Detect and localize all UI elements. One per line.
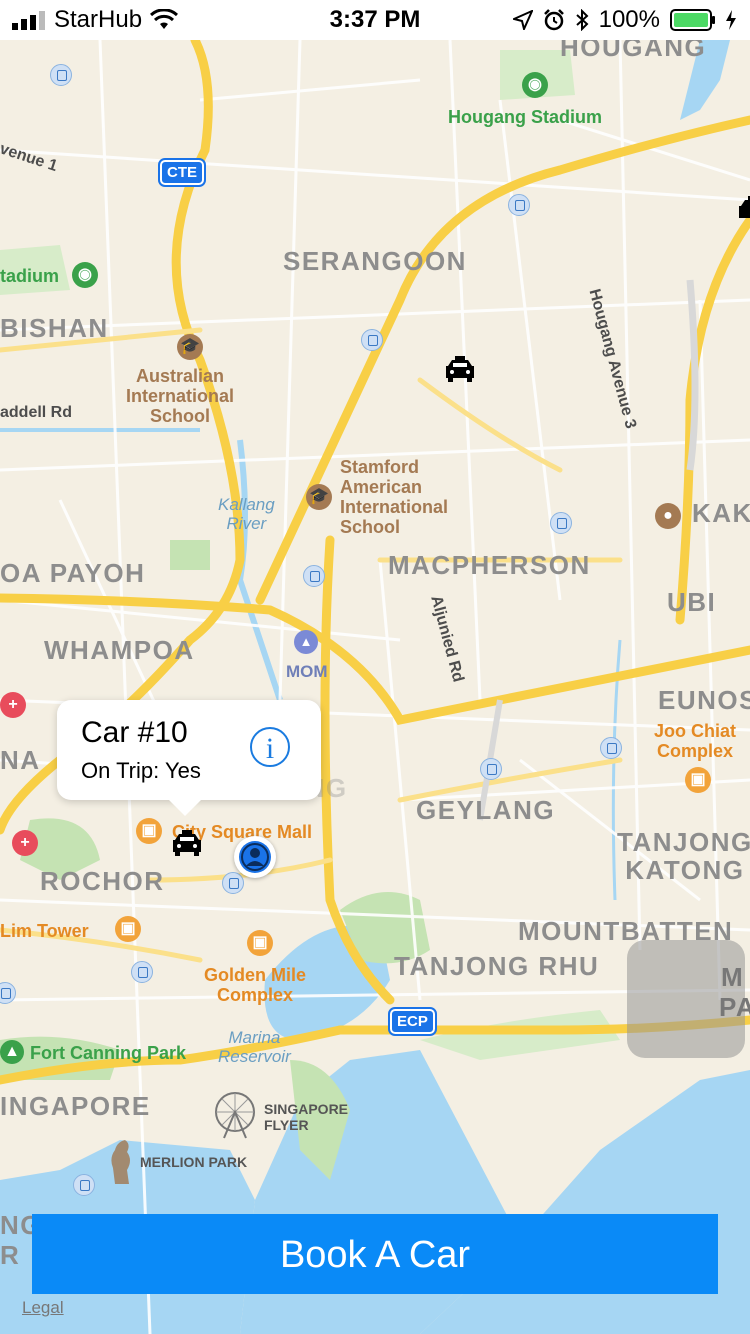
landmark-singapore-flyer: SINGAPORE FLYER [264,1101,349,1133]
battery-icon [670,9,715,31]
landmark-merlion-park: MERLION PARK [140,1154,248,1170]
mall-icon: ▣ [685,767,711,793]
district-kak: KAK [692,498,750,528]
district-na: NA [0,745,41,775]
district-m: M [721,962,745,992]
school-australian: Australian International School [126,366,235,426]
district-eunos: EUNOS [658,685,750,715]
water-marina-reservoir: Marina Reservoir [218,1028,291,1066]
district-singapore: INGAPORE [0,1091,151,1121]
car-service-icon: ● [655,503,681,529]
district-r: R [0,1240,21,1270]
user-location-icon [239,841,271,873]
park-fort-canning: Fort Canning Park [30,1043,187,1063]
district-tanjong-rhu: TANJONG RHU [394,951,600,981]
district-whampoa: WHAMPOA [44,635,195,665]
district-macpherson: MACPHERSON [388,550,591,580]
mrt-icon [550,512,572,534]
district-bishan: BISHAN [0,313,109,343]
callout-subtitle: On Trip: Yes [81,758,201,783]
mall-icon: ▣ [136,818,162,844]
legal-link[interactable]: Legal [22,1298,64,1318]
status-bar-right: 100% [512,6,736,34]
map-3d-view-control[interactable]: M PA [627,940,750,1058]
mrt-icon [480,758,502,780]
mrt-icon [508,194,530,216]
mrt-icon [73,1174,95,1196]
mrt-icon [131,961,153,983]
charging-icon [726,10,736,30]
hospital-icon: + [12,830,38,856]
highway-shield-ecp: ECP [388,1007,437,1036]
mrt-icon [50,64,72,86]
school-icon: 🎓 [306,484,332,510]
stadium-icon: ◉ [72,262,98,288]
district-serangoon: SERANGOON [283,246,467,276]
taxi-icon[interactable] [172,830,202,856]
district-pa: PA [719,992,750,1022]
mall-joo-chiat: Joo Chiat Complex [654,721,737,761]
ferris-wheel-icon [215,1092,255,1139]
car-callout[interactable]: Car #10 On Trip: Yes i [57,700,321,816]
alarm-icon [543,9,564,31]
district-rochor: ROCHOR [40,866,165,896]
taxi-icon[interactable] [445,356,475,382]
hospital-icon: + [0,692,26,718]
mrt-icon [222,872,244,894]
location-arrow-icon [512,10,533,30]
road-addell: addell Rd [0,404,73,421]
mall-icon: ▣ [247,930,273,956]
government-icon: ▲ [294,630,318,654]
info-icon[interactable]: i [250,727,290,767]
battery-percent: 100% [598,6,660,33]
district-geylang: GEYLANG [416,795,556,825]
school-stamford: Stamford American International School [340,457,449,537]
mrt-icon [361,329,383,351]
highway-shield-cte: CTE [158,158,206,187]
status-bar: StarHub 3:37 PM 100% [0,0,750,40]
stadium-icon: ◉ [522,72,548,98]
mrt-icon [303,565,325,587]
district-toa-payoh: OA PAYOH [0,558,146,588]
water-kallang-river: Kallang River [218,495,275,533]
district-tanjong-katong: TANJONG KATONG [617,827,750,885]
park-stadium: tadium [0,266,60,286]
landmark-mom: MOM [286,662,328,681]
mrt-icon [600,737,622,759]
user-location-marker[interactable] [234,836,276,878]
district-ubi: UBI [667,587,717,617]
mall-golden-mile: Golden Mile Complex [204,965,307,1005]
merlion-icon [111,1140,130,1184]
park-hougang-stadium: Hougang Stadium [448,107,602,127]
bluetooth-icon [575,9,589,31]
park-icon: ▲ [0,1040,24,1064]
taxi-icon[interactable] [738,196,750,222]
map-view[interactable]: HOUGANG SERANGOON BISHAN MACPHERSON OA P… [0,32,750,1334]
mall-icon: ▣ [115,916,141,942]
mall-lim-tower: Lim Tower [0,921,89,941]
callout-title: Car #10 [81,716,188,749]
book-car-button[interactable]: Book A Car [32,1214,718,1294]
school-icon: 🎓 [177,334,203,360]
